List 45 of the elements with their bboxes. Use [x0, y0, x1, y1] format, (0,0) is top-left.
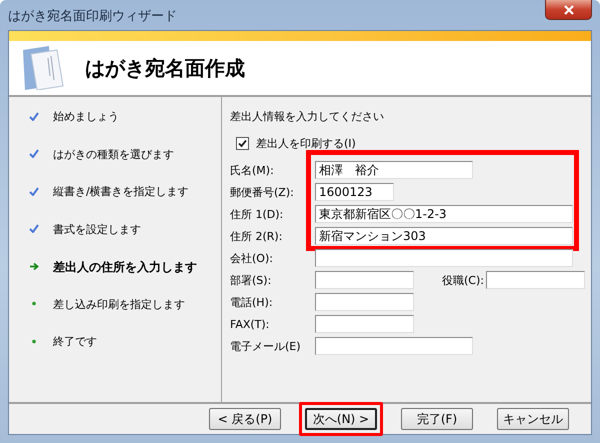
check-icon — [29, 224, 39, 233]
check-icon — [29, 186, 39, 196]
bullet-icon — [29, 299, 39, 308]
bullet-icon — [29, 336, 39, 346]
check-icon — [29, 149, 39, 158]
arrow-icon — [29, 262, 39, 270]
input-field[interactable] — [315, 293, 414, 311]
input-field[interactable] — [486, 271, 585, 289]
wizard-step: 書式を設定します — [53, 222, 141, 236]
wizard-button[interactable]: < 戻る(P) — [209, 408, 281, 430]
instruction-text: 差出人情報を入力してください — [230, 109, 385, 124]
wizard-step: 縦書き/横書きを指定します — [53, 184, 189, 199]
wizard-step: 差出人の住所を入力します — [53, 259, 197, 276]
field-label: 住所 2(R): — [230, 228, 284, 244]
close-button[interactable] — [545, 0, 592, 20]
field-label: 郵便番号(Z): — [230, 184, 295, 200]
field-label: 部署(S): — [230, 272, 272, 288]
wizard-step: 差し込み印刷を指定します — [53, 296, 185, 312]
wizard-step: 終了です — [53, 334, 97, 349]
field-label: 住所 1(D): — [230, 206, 284, 222]
input-field[interactable]: 東京都新宿区〇〇1-2-3 — [315, 205, 573, 223]
wizard-step: 始めましょう — [53, 109, 119, 124]
input-field[interactable]: 相澤 裕介 — [315, 161, 473, 179]
close-icon — [562, 4, 574, 14]
input-field[interactable] — [315, 249, 573, 267]
page-title: はがき宛名面作成 — [85, 54, 245, 82]
window-title: はがき宛名面印刷ウィザード — [8, 8, 177, 25]
field-label: 氏名(M): — [230, 162, 275, 178]
wizard-button[interactable]: 次へ(N) > — [305, 408, 377, 430]
wizard-button[interactable]: キャンセル — [497, 408, 569, 430]
input-field[interactable]: 1600123 — [315, 183, 394, 201]
field-label: 電子メール(E) — [230, 338, 302, 354]
field-label: 電話(H): — [230, 294, 274, 310]
check-icon — [29, 112, 39, 120]
input-field[interactable] — [315, 271, 414, 289]
field-label: 役職(C): — [441, 272, 484, 288]
field-label: FAX(T): — [230, 318, 270, 330]
input-field[interactable] — [315, 315, 414, 333]
wizard-button[interactable]: 完了(F) — [401, 408, 473, 430]
wizard-step: はがきの種類を選びます — [53, 146, 174, 162]
checkbox[interactable] — [236, 137, 249, 150]
checkbox-label: 差出人を印刷する(I) — [256, 136, 356, 151]
input-field[interactable] — [315, 337, 473, 355]
input-field[interactable]: 新宿マンション303 — [315, 227, 573, 245]
field-label: 会社(O): — [230, 250, 274, 266]
